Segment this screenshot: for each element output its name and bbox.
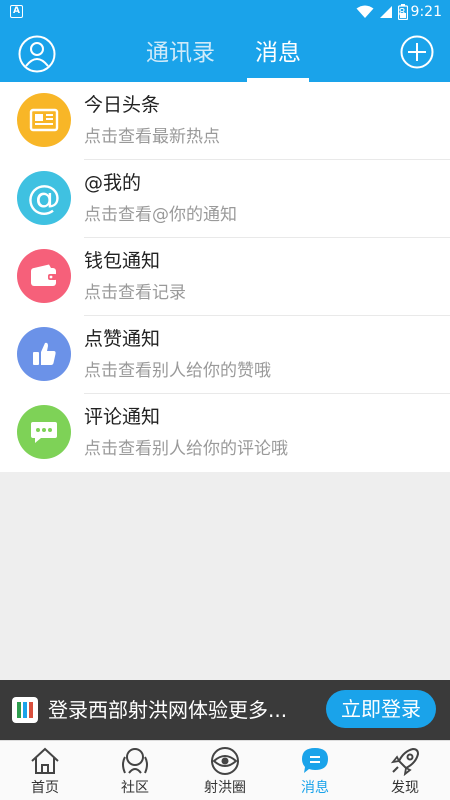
rocket-icon bbox=[390, 747, 420, 776]
signal-icon bbox=[379, 6, 392, 18]
app-logo-icon bbox=[12, 697, 38, 723]
login-promo-bar: 登录西部射洪网体验更多... 立即登录 bbox=[0, 680, 450, 740]
home-icon bbox=[31, 747, 59, 774]
item-title: 今日头条 bbox=[84, 94, 161, 116]
message-icon bbox=[302, 748, 328, 773]
item-subtitle: 点击查看别人给你的评论哦 bbox=[84, 439, 288, 459]
nav-item-shehong-circle[interactable]: 射洪圈 bbox=[180, 741, 270, 800]
message-list: 今日头条 点击查看最新热点 @ @我的 点击查看@你的通知 钱包通知 点击查看记… bbox=[0, 82, 450, 472]
nav-label: 首页 bbox=[31, 780, 59, 796]
list-item-wallet[interactable]: 钱包通知 点击查看记录 bbox=[0, 238, 450, 316]
list-item-likes[interactable]: 点赞通知 点击查看别人给你的赞哦 bbox=[0, 316, 450, 394]
login-now-button[interactable]: 立即登录 bbox=[326, 690, 436, 728]
item-subtitle: 点击查看最新热点 bbox=[84, 127, 220, 147]
nav-item-community[interactable]: 社区 bbox=[90, 741, 180, 800]
top-header: 通讯录 消息 bbox=[0, 24, 450, 82]
battery-level: 8 bbox=[398, 5, 406, 19]
tab-contacts[interactable]: 通讯录 bbox=[146, 38, 215, 68]
item-title: 评论通知 bbox=[84, 406, 161, 428]
at-icon: @ bbox=[17, 171, 71, 225]
user-avatar-icon[interactable] bbox=[18, 35, 56, 73]
nav-label: 发现 bbox=[391, 780, 419, 796]
status-time: 9:21 bbox=[410, 4, 442, 20]
list-item-mentions[interactable]: @ @我的 点击查看@你的通知 bbox=[0, 160, 450, 238]
thumbs-up-icon bbox=[17, 327, 71, 381]
newspaper-icon bbox=[17, 93, 71, 147]
comment-icon bbox=[17, 405, 71, 459]
circle-eye-icon bbox=[211, 747, 239, 775]
tab-messages[interactable]: 消息 bbox=[255, 38, 301, 68]
promo-text: 登录西部射洪网体验更多... bbox=[48, 698, 288, 722]
status-indicators: 8 9:21 bbox=[356, 2, 442, 22]
nav-label: 社区 bbox=[121, 780, 149, 796]
item-title: 点赞通知 bbox=[84, 328, 161, 350]
wifi-icon bbox=[356, 5, 374, 18]
app-notification-icon: A bbox=[10, 5, 23, 18]
nav-label: 射洪圈 bbox=[204, 780, 246, 796]
nav-item-home[interactable]: 首页 bbox=[0, 741, 90, 800]
nav-item-messages[interactable]: 消息 bbox=[270, 741, 360, 800]
list-item-headlines[interactable]: 今日头条 点击查看最新热点 bbox=[0, 82, 450, 160]
bottom-navigation: 首页 社区 射洪圈 消息 发现 bbox=[0, 740, 450, 800]
add-icon[interactable] bbox=[400, 35, 434, 69]
community-icon bbox=[122, 748, 148, 774]
wallet-icon bbox=[17, 249, 71, 303]
list-item-comments[interactable]: 评论通知 点击查看别人给你的评论哦 bbox=[0, 394, 450, 472]
nav-item-discover[interactable]: 发现 bbox=[360, 741, 450, 800]
item-title: 钱包通知 bbox=[84, 250, 161, 272]
status-bar: A 8 9:21 bbox=[0, 0, 450, 24]
item-subtitle: 点击查看@你的通知 bbox=[84, 205, 237, 225]
nav-label: 消息 bbox=[301, 780, 329, 796]
item-title: @我的 bbox=[84, 172, 142, 194]
item-subtitle: 点击查看记录 bbox=[84, 283, 186, 303]
item-subtitle: 点击查看别人给你的赞哦 bbox=[84, 361, 271, 381]
